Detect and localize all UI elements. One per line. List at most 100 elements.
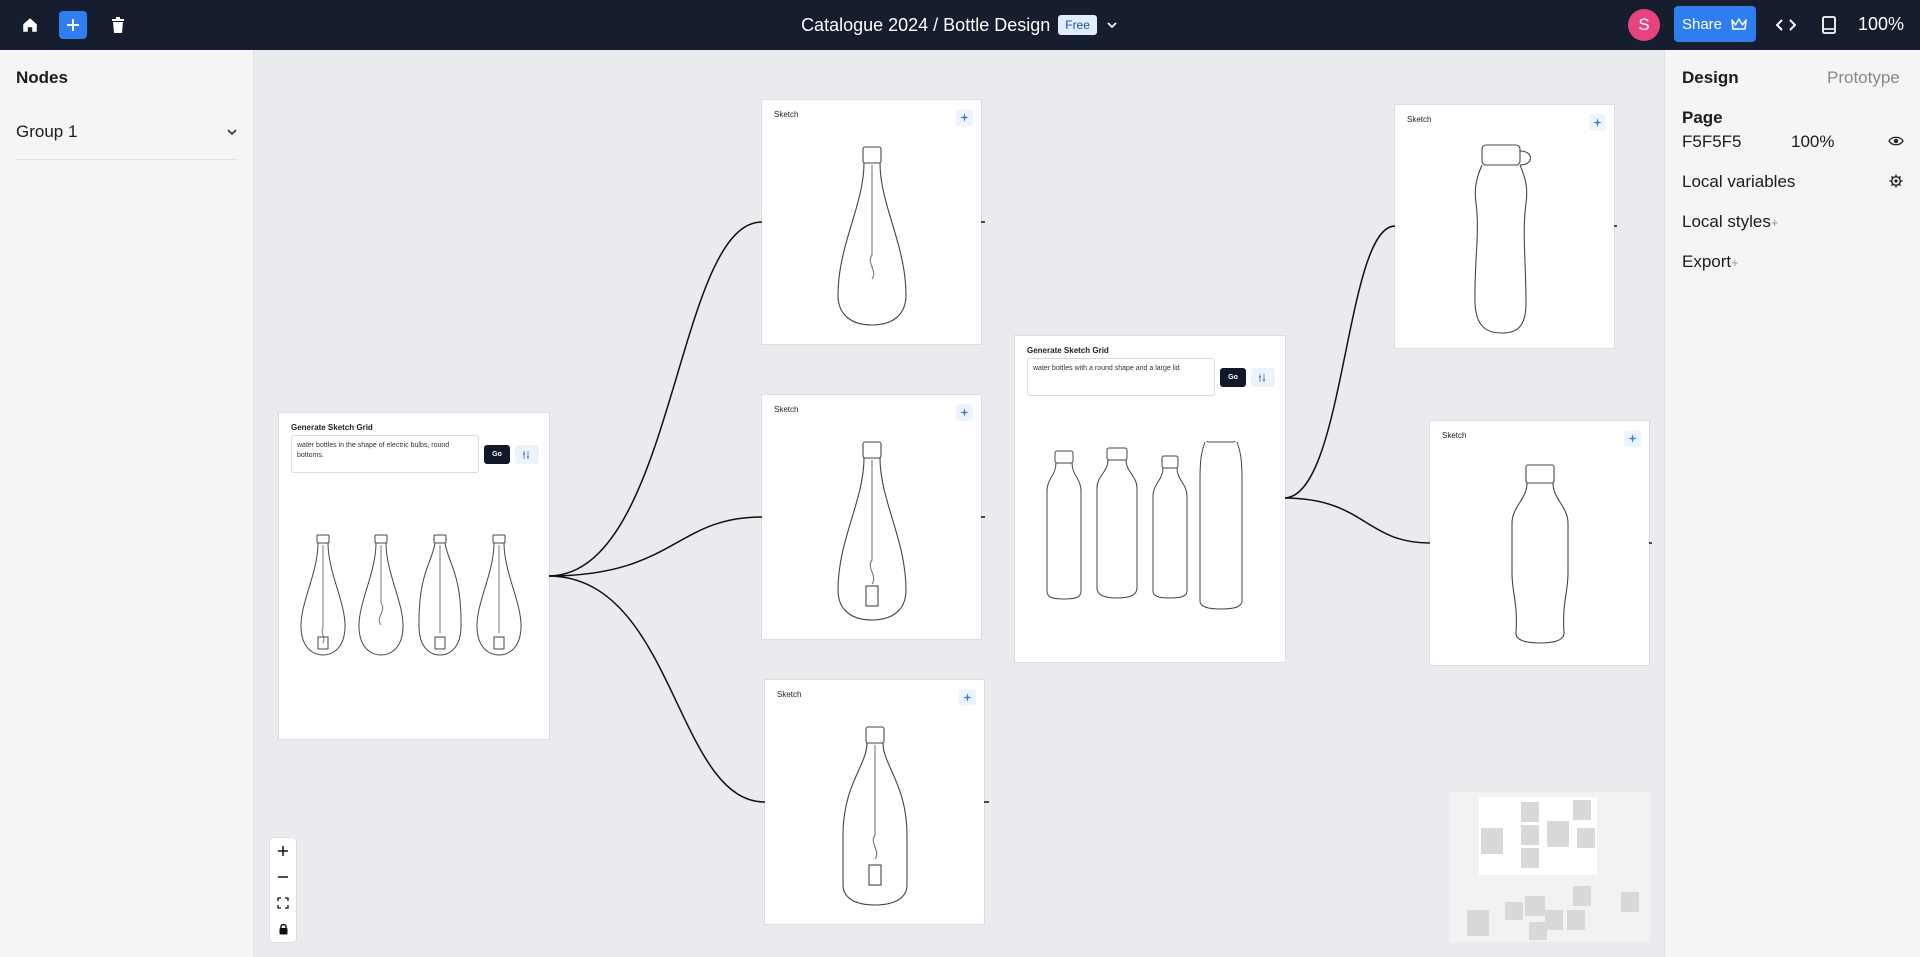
sparkle-button[interactable]	[956, 109, 973, 126]
add-node-button[interactable]	[59, 11, 87, 39]
chevron-down-icon[interactable]	[1105, 18, 1119, 32]
properties-panel: Design Prototype Page F5F5F5 100% Local …	[1664, 50, 1920, 957]
share-button[interactable]: Share	[1674, 6, 1756, 42]
canvas[interactable]: Generate Sketch Grid water bottles in th…	[255, 50, 1664, 957]
prompt-input[interactable]: water bottles in the shape of electric b…	[291, 435, 479, 473]
sparkle-icon	[1593, 118, 1602, 127]
sliders-icon	[523, 450, 529, 459]
page-color-field[interactable]: F5F5F5	[1682, 132, 1742, 152]
top-bar: Catalogue 2024 / Bottle Design Free S Sh…	[0, 0, 1920, 50]
go-button[interactable]: Go	[484, 445, 510, 464]
plus-icon	[67, 19, 79, 31]
book-icon	[1822, 16, 1836, 34]
minimap[interactable]	[1449, 792, 1650, 942]
code-button[interactable]	[1772, 11, 1800, 39]
generate-sketch-grid-node[interactable]: Generate Sketch Grid water bottles in th…	[279, 413, 549, 739]
group-label: Group 1	[16, 122, 78, 141]
zoom-level[interactable]: 100%	[1858, 14, 1904, 35]
plus-icon	[278, 846, 288, 856]
sketch-node[interactable]: Sketch	[1395, 105, 1614, 348]
node-title: Generate Sketch Grid	[291, 423, 373, 432]
sparkle-button[interactable]	[1589, 114, 1606, 131]
bottle-sketch	[1511, 464, 1569, 644]
bottle-sketch	[837, 146, 907, 326]
share-label: Share	[1681, 15, 1723, 33]
go-button[interactable]: Go	[1220, 368, 1246, 387]
node-title: Generate Sketch Grid	[1027, 346, 1109, 355]
sparkle-button[interactable]	[1624, 430, 1641, 447]
local-styles-label: Local styles	[1682, 212, 1771, 231]
bottle-sketch	[837, 441, 907, 621]
sketch-node[interactable]: Sketch	[762, 395, 981, 639]
trash-icon	[112, 17, 124, 33]
add-export-icon[interactable]: +	[1731, 255, 1739, 270]
plan-badge: Free	[1058, 15, 1097, 35]
generate-sketch-grid-node[interactable]: Generate Sketch Grid water bottles with …	[1015, 336, 1285, 662]
fit-view-button[interactable]	[270, 890, 296, 916]
eye-icon[interactable]	[1888, 135, 1904, 147]
node-title: Sketch	[1442, 431, 1467, 440]
crown-icon	[1731, 18, 1747, 30]
round-bottle	[1046, 450, 1082, 600]
connector	[1283, 497, 1431, 544]
sparkle-icon	[963, 693, 972, 702]
group-item[interactable]: Group 1	[16, 122, 238, 160]
home-button[interactable]	[16, 11, 44, 39]
bottle-grid-sketch	[1046, 441, 1243, 610]
minus-icon	[278, 876, 288, 878]
page-opacity-field[interactable]: 100%	[1791, 132, 1834, 152]
node-title: Sketch	[774, 405, 799, 414]
lock-button[interactable]	[270, 916, 296, 942]
local-styles[interactable]: Local styles+	[1682, 212, 1778, 232]
node-title: Sketch	[777, 690, 802, 699]
bulb-bottle	[300, 534, 346, 656]
settings-button[interactable]	[1251, 368, 1275, 387]
node-title: Sketch	[1407, 115, 1432, 124]
settings-button[interactable]	[515, 445, 539, 464]
code-icon	[1776, 19, 1796, 31]
project-path[interactable]: Catalogue 2024 / Bottle Design	[801, 15, 1050, 36]
tab-design[interactable]: Design	[1682, 68, 1739, 88]
sketch-node[interactable]: Sketch	[762, 100, 981, 344]
bulb-bottle	[418, 534, 462, 656]
connector	[1283, 225, 1396, 499]
sliders-icon	[1259, 373, 1265, 382]
zoom-in-button[interactable]	[270, 838, 296, 864]
local-variables[interactable]: Local variables	[1682, 172, 1795, 192]
sparkle-icon	[960, 113, 969, 122]
export-label: Export	[1682, 252, 1732, 271]
large-lid-bottle	[1199, 441, 1243, 610]
avatar[interactable]: S	[1628, 9, 1660, 41]
sparkle-icon	[960, 408, 969, 417]
bottle-sketch	[1474, 144, 1532, 334]
bulb-bottle	[476, 534, 522, 656]
nodes-panel: Nodes Group 1	[0, 50, 254, 957]
connector	[547, 221, 763, 577]
nodes-title: Nodes	[16, 68, 68, 87]
fit-view-icon	[277, 897, 289, 909]
home-icon	[23, 18, 37, 32]
zoom-controls	[270, 838, 296, 942]
gear-icon[interactable]	[1889, 174, 1903, 188]
sparkle-button[interactable]	[956, 404, 973, 421]
export-section[interactable]: Export+	[1682, 252, 1739, 272]
sparkle-icon	[1628, 434, 1637, 443]
bulb-bottle	[358, 534, 404, 656]
sketch-node[interactable]: Sketch	[1430, 421, 1649, 665]
lock-icon	[279, 923, 287, 935]
tab-prototype[interactable]: Prototype	[1827, 68, 1900, 88]
chevron-down-icon[interactable]	[226, 126, 238, 138]
prompt-input[interactable]: water bottles with a round shape and a l…	[1027, 358, 1215, 396]
node-title: Sketch	[774, 110, 799, 119]
round-bottle	[1096, 447, 1138, 599]
sparkle-button[interactable]	[959, 689, 976, 706]
docs-button[interactable]	[1815, 11, 1843, 39]
sketch-node[interactable]: Sketch	[765, 680, 984, 924]
delete-button[interactable]	[104, 11, 132, 39]
page-section-title: Page	[1682, 108, 1723, 127]
round-bottle	[1152, 455, 1188, 599]
zoom-out-button[interactable]	[270, 864, 296, 890]
bottle-sketch	[842, 726, 908, 906]
connector	[547, 575, 766, 803]
add-style-icon[interactable]: +	[1771, 215, 1779, 230]
